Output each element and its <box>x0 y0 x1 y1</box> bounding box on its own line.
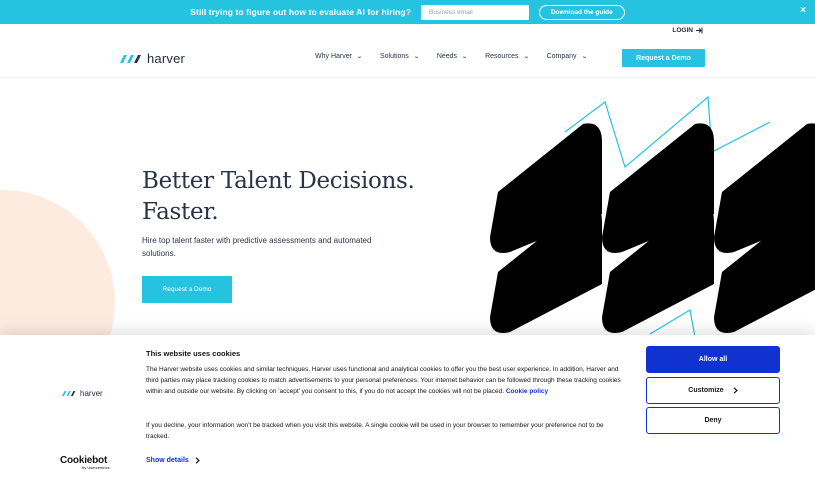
cookiebot-logo[interactable]: Cookiebot by Usercentrics <box>60 455 110 470</box>
cookie-policy-link[interactable]: Cookie policy <box>506 388 548 395</box>
chevron-down-icon: ⌄ <box>413 54 420 60</box>
cookie-body-text: The Harver website uses cookies and simi… <box>146 366 621 395</box>
nav-label: Needs <box>436 53 458 60</box>
hero-title: Better Talent Decisions. Faster. <box>142 166 415 228</box>
show-details-link[interactable]: Show details <box>146 457 200 464</box>
login-arrow-icon <box>696 27 703 34</box>
cookie-logo-wordmark: harver <box>80 389 103 398</box>
harver-logo-mark <box>62 390 76 397</box>
deny-button[interactable]: Deny <box>646 407 780 434</box>
login-link[interactable]: LOGIN <box>672 27 704 34</box>
banner-message: Still trying to figure out how to evalua… <box>190 7 411 17</box>
header-divider <box>0 77 815 78</box>
login-label: LOGIN <box>672 27 693 34</box>
hero-title-line2: Faster. <box>142 199 219 225</box>
cookie-title: This website uses cookies <box>146 349 241 358</box>
show-details-label: Show details <box>146 457 189 464</box>
business-email-input[interactable] <box>420 4 529 20</box>
chevron-right-icon <box>195 457 200 464</box>
customize-label: Customize <box>688 387 724 394</box>
hero-title-line1: Better Talent Decisions. <box>142 168 415 194</box>
nav-label: Solutions <box>379 53 409 60</box>
hero-request-demo-button[interactable]: Request a Demo <box>142 276 232 303</box>
page: Still trying to figure out how to evalua… <box>0 0 815 480</box>
cookiebot-by-line: by Usercentrics <box>82 465 110 470</box>
chevron-down-icon: ⌄ <box>356 54 363 60</box>
allow-all-button[interactable]: Allow all <box>646 346 780 373</box>
close-icon[interactable]: × <box>800 5 806 16</box>
nav-label: Resources <box>485 53 519 60</box>
zigzag-line-lower <box>649 309 696 338</box>
hero-subtitle: Hire top talent faster with predictive a… <box>142 236 372 258</box>
logo-wordmark: harver <box>147 51 186 66</box>
cookie-consent-dialog: harver Cookiebot by Usercentrics This we… <box>0 335 815 480</box>
nav-label: Why Harver <box>315 53 352 60</box>
cookie-harver-logo: harver <box>62 389 103 398</box>
nav-item-needs[interactable]: Needs ⌄ <box>436 53 468 60</box>
cookie-body-decline: If you decline, your information won't b… <box>146 422 604 440</box>
nav-item-solutions[interactable]: Solutions ⌄ <box>379 53 420 60</box>
chevron-down-icon: ⌄ <box>580 54 588 60</box>
chevron-down-icon: ⌄ <box>522 54 530 60</box>
customize-button[interactable]: Customize <box>646 377 780 404</box>
main-nav: Why Harver ⌄ Solutions ⌄ Needs ⌄ Resourc… <box>315 53 587 60</box>
nav-item-resources[interactable]: Resources ⌄ <box>485 53 529 60</box>
nav-item-company[interactable]: Company ⌄ <box>546 53 588 60</box>
harver-logo-mark <box>120 54 141 63</box>
download-guide-button[interactable]: Download the guide <box>538 4 625 20</box>
promo-banner: Still trying to figure out how to evalua… <box>0 0 815 24</box>
cookie-body: The Harver website uses cookies and simi… <box>146 364 624 397</box>
chevron-right-icon <box>733 387 738 394</box>
hero-graphic <box>490 95 815 338</box>
request-demo-button[interactable]: Request a Demo <box>622 49 705 67</box>
chevron-down-icon: ⌄ <box>461 54 468 60</box>
harver-logo[interactable]: harver <box>120 51 185 66</box>
nav-item-why-harver[interactable]: Why Harver ⌄ <box>315 53 363 60</box>
nav-label: Company <box>546 53 577 60</box>
